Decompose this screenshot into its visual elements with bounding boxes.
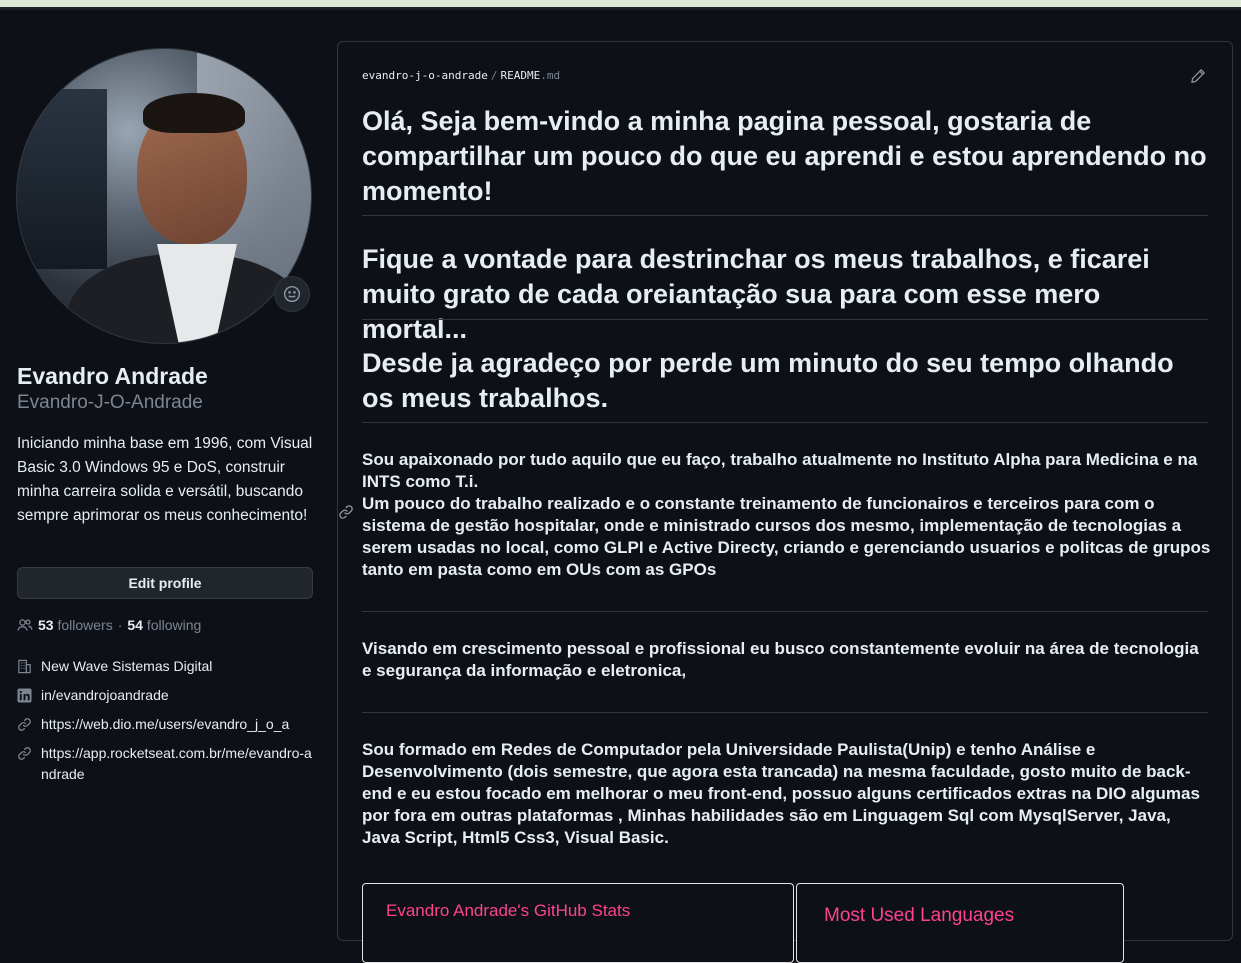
building-icon: [18, 659, 31, 674]
heading-divider: [362, 319, 1208, 320]
link-icon: [18, 718, 31, 731]
dio-link[interactable]: https://web.dio.me/users/evandro_j_o_a: [41, 714, 289, 735]
profile-full-name: Evandro Andrade: [17, 363, 208, 389]
langs-card-title: Most Used Languages: [824, 905, 1015, 926]
breadcrumb-repo[interactable]: evandro-j-o-andrade: [362, 69, 488, 82]
following-link[interactable]: 54 following: [127, 617, 201, 633]
profile-username: Evandro-J-O-Andrade: [17, 392, 203, 413]
section-divider: [362, 611, 1208, 612]
linkedin-icon: [17, 688, 32, 703]
people-icon: [17, 619, 33, 631]
readme-panel: evandro-j-o-andrade / README.md Olá, Seja …: [337, 41, 1233, 963]
breadcrumb-file[interactable]: README: [500, 69, 540, 82]
link-icon: [18, 747, 31, 760]
anchor-link-icon[interactable]: [338, 504, 354, 525]
pencil-icon: [1191, 69, 1205, 83]
edit-profile-button[interactable]: Edit profile: [17, 567, 313, 599]
profile-bio: Iniciando minha base em 1996, com Visual…: [17, 435, 313, 524]
edit-readme-button[interactable]: [1190, 68, 1206, 89]
section-divider: [362, 712, 1208, 713]
browser-top-strip: [0, 0, 1241, 7]
readme-heading-welcome: Olá, Seja bem-vindo a minha pagina pesso…: [362, 106, 1207, 206]
readme-paragraph-goals: Visando em crescimento pessoal e profiss…: [362, 639, 1199, 680]
follow-stats: 53 followers · 54 following: [17, 617, 201, 633]
header-divider: [0, 7, 1241, 10]
avatar[interactable]: [16, 48, 312, 344]
company-text: New Wave Sistemas Digital: [41, 658, 213, 674]
rocketseat-link[interactable]: https://app.rocketseat.com.br/me/evandro…: [41, 743, 313, 785]
linkedin-link[interactable]: in/evandrojoandrade: [41, 685, 169, 706]
link-row-2[interactable]: https://app.rocketseat.com.br/me/evandro…: [17, 743, 313, 785]
set-status-button[interactable]: [274, 276, 310, 312]
smiley-icon: [283, 285, 301, 303]
readme-heading-thanks: Desde ja agradeço por perde um minuto do…: [362, 348, 1174, 413]
link-row-1[interactable]: https://web.dio.me/users/evandro_j_o_a: [17, 714, 289, 735]
github-stats-card[interactable]: Evandro Andrade's GitHub Stats: [362, 883, 794, 963]
top-languages-card[interactable]: Most Used Languages: [796, 883, 1124, 963]
heading-divider: [362, 422, 1208, 423]
readme-paragraph-work: Sou apaixonado por tudo aquilo que eu fa…: [362, 450, 1211, 579]
breadcrumb: evandro-j-o-andrade / README.md: [362, 69, 561, 82]
stats-card-title: Evandro Andrade's GitHub Stats: [386, 901, 631, 920]
linkedin-row[interactable]: in/evandrojoandrade: [17, 685, 169, 706]
company-row: New Wave Sistemas Digital: [17, 656, 212, 677]
readme-paragraph-education: Sou formado em Redes de Computador pela …: [362, 740, 1200, 847]
followers-link[interactable]: 53 followers: [38, 617, 113, 633]
readme-heading-invite: Fique a vontade para destrinchar os meus…: [362, 244, 1150, 344]
heading-divider: [362, 215, 1208, 216]
